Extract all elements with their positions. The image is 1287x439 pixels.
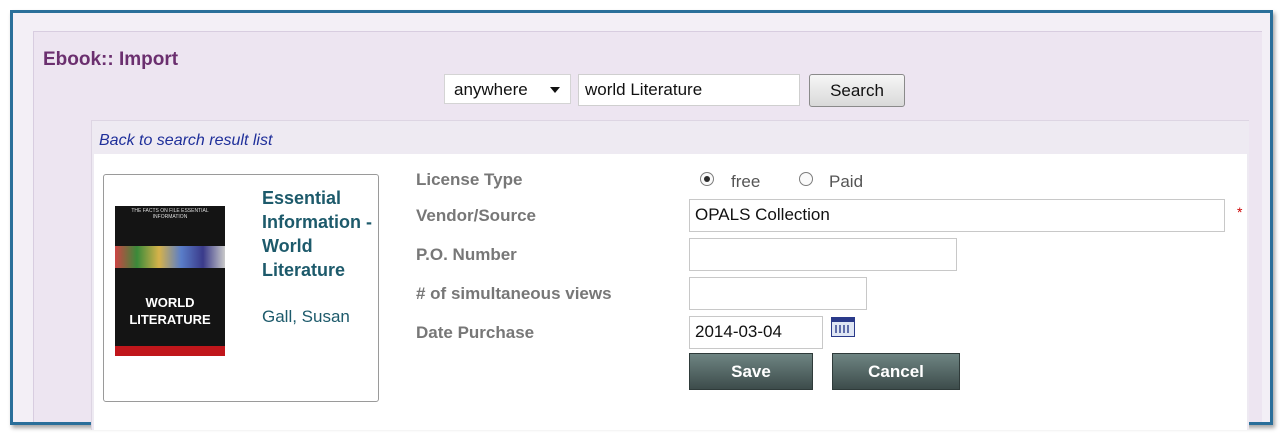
po-number-field[interactable] [689, 238, 957, 271]
license-free-label: free [731, 172, 761, 191]
vendor-source-label: Vendor/Source [416, 206, 536, 225]
simultaneous-views-label: # of simultaneous views [416, 284, 612, 303]
book-author[interactable]: Gall, Susan [262, 307, 350, 327]
search-button[interactable]: Search [809, 74, 905, 107]
import-panel: Ebook:: Import anywhere world Literature… [33, 31, 1262, 430]
required-marker: * [1237, 204, 1243, 220]
search-scope-value: anywhere [454, 80, 528, 99]
vendor-source-field[interactable]: OPALS Collection [689, 199, 1225, 232]
date-purchase-label: Date Purchase [416, 323, 535, 342]
detail-content: THE FACTS ON FILE ESSENTIAL INFORMATION … [94, 154, 1247, 430]
save-button[interactable]: Save [689, 353, 813, 390]
calendar-icon[interactable] [831, 317, 855, 337]
app-frame: Ebook:: Import anywhere world Literature… [10, 10, 1273, 430]
detail-panel: Back to search result list THE FACTS ON … [91, 120, 1249, 430]
back-to-results-link[interactable]: Back to search result list [99, 132, 272, 150]
cover-red-band [115, 346, 225, 356]
search-scope-select[interactable]: anywhere [444, 74, 571, 104]
date-purchase-field[interactable]: 2014-03-04 [689, 316, 823, 349]
license-paid-radio[interactable] [799, 172, 813, 186]
cover-series-text: THE FACTS ON FILE ESSENTIAL INFORMATION [131, 208, 209, 220]
page-title: Ebook:: Import [43, 49, 179, 70]
book-cover-image: THE FACTS ON FILE ESSENTIAL INFORMATION … [115, 206, 225, 356]
chevron-down-icon [550, 87, 560, 93]
book-title[interactable]: Essential Information - World Literature [262, 186, 374, 282]
cover-title: WORLD LITERATURE [129, 295, 211, 327]
cancel-button[interactable]: Cancel [832, 353, 960, 390]
po-number-label: P.O. Number [416, 245, 517, 264]
license-type-label: License Type [416, 170, 523, 189]
book-card: THE FACTS ON FILE ESSENTIAL INFORMATION … [103, 174, 379, 402]
license-free-radio[interactable] [700, 172, 714, 186]
cover-image-strip [115, 246, 225, 268]
license-paid-label: Paid [829, 172, 864, 191]
simultaneous-views-field[interactable] [689, 277, 867, 310]
search-input[interactable]: world Literature [578, 74, 800, 106]
